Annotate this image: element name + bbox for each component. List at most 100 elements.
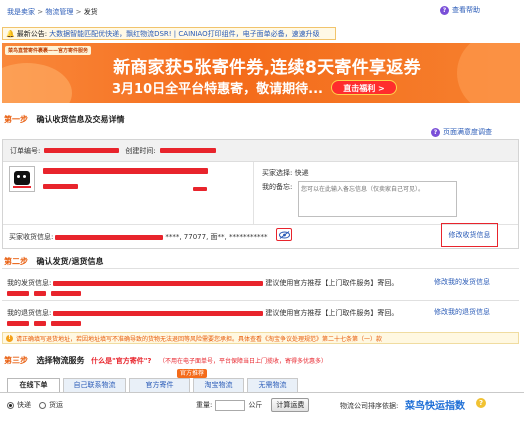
eye-slash-icon xyxy=(278,230,290,239)
sort-label: 物流公司排序依据: xyxy=(340,402,399,410)
breadcrumb-logistics[interactable]: 物流管理 xyxy=(45,8,73,16)
product-thumbnail[interactable] xyxy=(9,166,35,192)
notice-text[interactable]: 大数据智能匹配优快递，飘红物流DSR! | CAINIAO打印组件，电子面单必备… xyxy=(49,29,320,39)
survey-label[interactable]: 页面满意度调查 xyxy=(443,127,492,137)
banner-cta-button[interactable]: 直击福利 > xyxy=(331,80,397,95)
buyer-addr-label: 买家收货信息: xyxy=(9,233,54,241)
ship-phone-masked xyxy=(51,291,81,296)
eye-toggle-button[interactable] xyxy=(276,228,292,241)
buyer-address: 买家收货信息: ****, 77077, 面**, *********** xyxy=(9,232,267,242)
buyer-choice-label: 买家选择: xyxy=(262,169,293,177)
buyer-choice: 买家选择: 快递 xyxy=(262,168,309,178)
product-sub-masked xyxy=(43,183,78,191)
promo-banner[interactable]: 菜鸟直营寄件裹裹——官方寄件服务 新商家获5张寄件券,连续8天寄件享返券 3月1… xyxy=(2,43,520,103)
breadcrumb-current: 发货 xyxy=(83,8,98,16)
help-label[interactable]: 查看帮助 xyxy=(452,5,480,15)
step2-header: 第二步 确认发货/退货信息 xyxy=(4,256,103,267)
step3-label: 第三步 xyxy=(4,356,28,365)
help-link[interactable]: ? 查看帮助 xyxy=(440,5,480,15)
ship-city-masked xyxy=(34,291,46,296)
ship-info-line2 xyxy=(7,291,81,296)
divider xyxy=(253,162,254,224)
calc-freight-button[interactable]: 计算运费 xyxy=(271,398,310,412)
question-icon: ? xyxy=(431,127,440,137)
step1-title: 确认收货信息及交易详情 xyxy=(36,115,125,124)
return-warning-bar: ! 请正确填写退货地址，若因地址填写不准确导致的货物无法退回等风险需要您承担。具… xyxy=(2,332,519,344)
weight-label: 重量: xyxy=(196,401,213,409)
weight-row: 重量: 公斤 计算运费 xyxy=(196,398,310,412)
bell-icon: 🔔 xyxy=(6,29,15,38)
order-no-label: 订单编号: xyxy=(10,146,41,155)
ship-addr-masked xyxy=(53,280,264,286)
return-phone-masked xyxy=(51,321,81,326)
ship-name-masked xyxy=(7,291,29,296)
tab-taobao-logistics[interactable]: 淘宝物流 xyxy=(193,378,244,392)
order-no-masked xyxy=(44,148,120,153)
return-suffix: 建议使用官方推荐【上门取件服务】寄回。 xyxy=(265,309,399,317)
tab-online-order[interactable]: 在线下单 xyxy=(7,378,60,392)
tab-official-ship[interactable]: 官方寄件 xyxy=(129,378,190,392)
tab-self-contact[interactable]: 自己联系物流 xyxy=(63,378,126,392)
return-info-line: 我的退货信息: 建议使用官方推荐【上门取件服务】寄回。 xyxy=(7,308,398,318)
breadcrumb-seller[interactable]: 我是卖家 xyxy=(7,8,35,16)
radio-freight[interactable] xyxy=(39,401,46,409)
banner-tag: 菜鸟直营寄件裹裹——官方寄件服务 xyxy=(5,46,92,55)
memo-label: 我的备忘: xyxy=(262,183,293,191)
official-note: （不用在电子面单号，平台保障当日上门揽收，寄得多优惠多） xyxy=(159,358,328,365)
step1-label: 第一步 xyxy=(4,115,28,124)
tab-no-logistics[interactable]: 无需物流 xyxy=(247,378,298,392)
step3-header: 第三步 选择物流服务 什么是"官方寄件"? （不用在电子面单号，平台保障当日上门… xyxy=(4,355,327,366)
question-icon: ? xyxy=(440,5,449,15)
breadcrumb-sep: > xyxy=(37,8,44,16)
step1-header: 第一步 确认收货信息及交易详情 xyxy=(4,114,125,125)
return-addr-masked xyxy=(53,310,264,316)
return-info-row: 我的退货信息: 建议使用官方推荐【上门取件服务】寄回。 修改我的退货信息 xyxy=(2,300,519,332)
recommend-badge: 官方推荐 xyxy=(177,369,208,378)
ship-label: 我的发货信息: xyxy=(7,279,52,287)
return-city-masked xyxy=(34,321,46,326)
step2-label: 第二步 xyxy=(4,257,28,266)
cainiao-index-link[interactable]: 菜鸟快运指数 xyxy=(405,397,465,412)
ship-info-row: 我的发货信息: 建议使用官方推荐【上门取件服务】寄回。 修改我的发货信息 xyxy=(2,268,519,300)
survey-link[interactable]: ? 页面满意度调查 xyxy=(431,127,492,137)
banner-decor xyxy=(2,63,72,103)
info-icon[interactable]: ? xyxy=(476,398,486,408)
buyer-addr-masked xyxy=(55,234,164,240)
edit-recv-highlight: 修改收货信息 xyxy=(441,223,498,247)
banner-headline: 新商家获5张寄件券,连续8天寄件享返券 xyxy=(113,58,421,78)
return-info-line2 xyxy=(7,321,81,326)
breadcrumb: 我是卖家 > 物流管理 > 发货 xyxy=(7,7,98,17)
breadcrumb-sep: > xyxy=(75,8,82,16)
edit-recv-link[interactable]: 修改收货信息 xyxy=(449,230,491,240)
notice-bar: 🔔 最新公告: 大数据智能匹配优快递，飘红物流DSR! | CAINIAO打印组… xyxy=(2,27,336,40)
radio-express[interactable] xyxy=(7,401,14,409)
ship-info-line: 我的发货信息: 建议使用官方推荐【上门取件服务】寄回。 xyxy=(7,278,398,288)
notice-prefix: 最新公告: xyxy=(16,29,48,38)
edit-return-link[interactable]: 修改我的退货信息 xyxy=(434,307,490,317)
banner-subline: 3月10日全平台特惠寄，敬请期待... xyxy=(112,82,323,97)
official-question-link[interactable]: 什么是"官方寄件"? xyxy=(91,357,151,365)
created-masked xyxy=(159,148,216,153)
created-label: 创建时间: xyxy=(125,146,156,155)
step3-title: 选择物流服务 xyxy=(36,356,85,365)
return-label: 我的退货信息: xyxy=(7,309,52,317)
tab-underline xyxy=(0,392,524,393)
radio-freight-label: 货运 xyxy=(49,401,63,409)
banner-decor xyxy=(457,43,520,103)
weight-input[interactable] xyxy=(215,399,246,411)
shipping-type-radios: 快递 货运 xyxy=(7,400,63,410)
order-info-box: 订单编号: 创建时间: 买家选择: 快递 我的备忘: 买家收货信息: ****,… xyxy=(2,139,519,249)
warning-icon: ! xyxy=(6,334,13,342)
radio-express-label: 快递 xyxy=(17,401,31,409)
buyer-choice-value: 快递 xyxy=(294,169,309,177)
edit-ship-link[interactable]: 修改我的发货信息 xyxy=(434,277,490,287)
product-qty-masked xyxy=(193,185,207,193)
product-title-masked[interactable] xyxy=(43,168,208,176)
tmall-icon xyxy=(14,171,30,185)
step2-title: 确认发货/退货信息 xyxy=(36,257,104,266)
return-warning-text: 请正确填写退货地址，若因地址填写不准确导致的货物无法退回等风险需要您承担。具体查… xyxy=(16,335,383,343)
return-name-masked xyxy=(7,321,29,326)
ship-suffix: 建议使用官方推荐【上门取件服务】寄回。 xyxy=(265,279,399,287)
weight-unit: 公斤 xyxy=(248,401,263,409)
memo-textarea[interactable] xyxy=(298,181,457,217)
